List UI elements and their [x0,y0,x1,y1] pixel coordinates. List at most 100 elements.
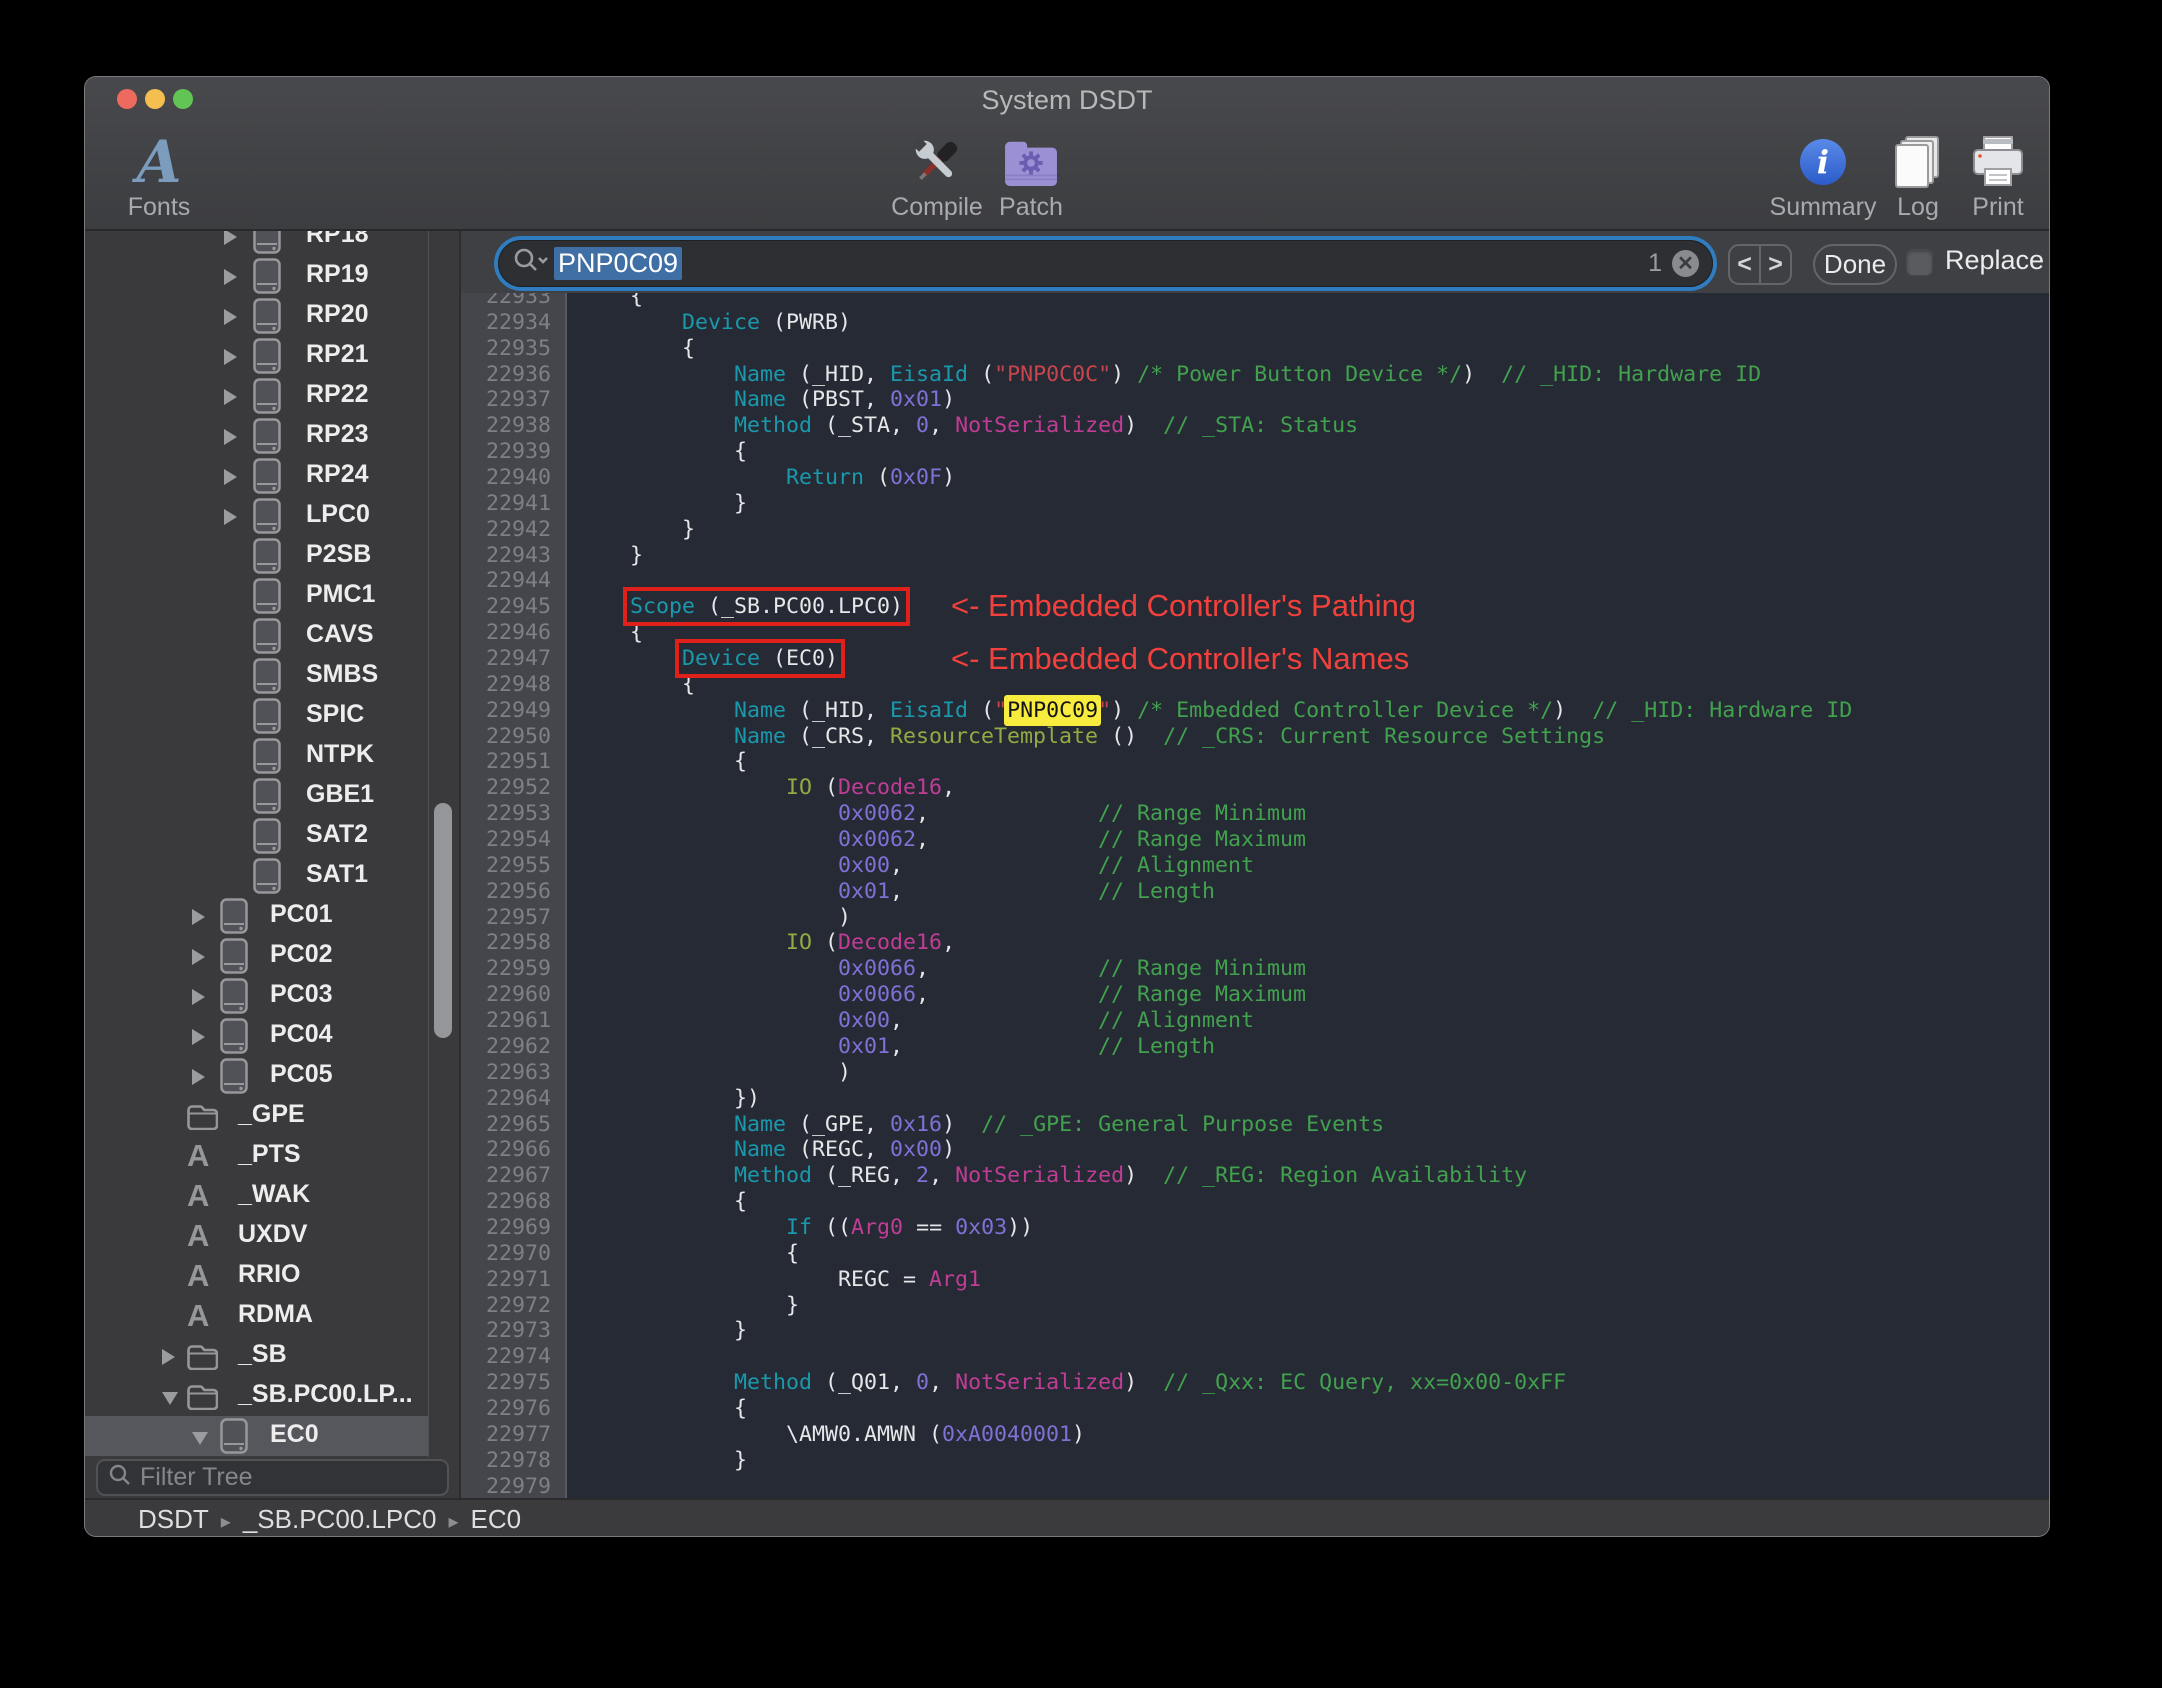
sidebar-item-pc01[interactable]: PC01 [85,896,461,936]
chevron-right-icon[interactable] [224,269,237,285]
find-previous-button[interactable]: < [1730,246,1761,283]
search-icon [108,1463,132,1492]
chevron-right-icon[interactable] [192,909,205,925]
app-window: System DSDT A Fonts Compile Patch i Summ… [84,76,2050,1537]
sidebar-item-lpc0[interactable]: LPC0 [85,496,461,536]
chevron-right-icon[interactable] [192,949,205,965]
sidebar-item-rp22[interactable]: RP22 [85,376,461,416]
code-line: } [578,1318,748,1344]
statusbar: DSDT ▸ _SB.PC00.LPC0 ▸ EC0 [85,1498,2049,1536]
chevron-down-icon[interactable] [162,1392,178,1405]
chevron-right-icon[interactable] [192,989,205,1005]
acpi-tree[interactable]: RP18 RP19 RP20 RP21 RP22 RP23 RP24 LPC0 P2SB PMC1… [85,231,461,1457]
device-icon [253,818,281,859]
sidebar-item-sat2[interactable]: SAT2 [85,816,461,856]
clear-search-icon[interactable]: ✕ [1672,250,1699,277]
device-icon [253,458,281,499]
chevron-right-icon[interactable] [192,1029,205,1045]
device-icon [253,258,281,299]
code-line: Device (PWRB) [682,309,852,335]
sidebar-item-rp23[interactable]: RP23 [85,416,461,456]
sidebar-item-pc04[interactable]: PC04 [85,1016,461,1056]
sidebar-item-_sb[interactable]: _SB [85,1336,461,1376]
chevron-right-icon[interactable] [224,231,237,245]
sidebar-item-_gpe[interactable]: _GPE [85,1096,461,1136]
find-prev-next-control: < > [1728,244,1792,285]
code-line: 0x01, // Length [838,878,1216,904]
code-line: ) [578,904,852,930]
sidebar-item-rdma[interactable]: A RDMA [85,1296,461,1336]
sidebar-item-rrio[interactable]: A RRIO [85,1256,461,1296]
toolbar-item-patch[interactable]: Patch [956,133,1106,222]
sidebar-item-_pts[interactable]: A _PTS [85,1136,461,1176]
fonts-icon: A [136,128,182,196]
code-text[interactable]: { Device (PWRB) { Name (_HID, EisaId ("P… [578,284,1852,1498]
sidebar-item-cavs[interactable]: CAVS [85,616,461,656]
sidebar-item-rp21[interactable]: RP21 [85,336,461,376]
sidebar-item-pc02[interactable]: PC02 [85,936,461,976]
find-next-button[interactable]: > [1761,246,1790,283]
code-editor[interactable]: 22933 22934 22935 22936 22937 22938 22939 22940… [461,231,2049,1498]
chevron-down-icon[interactable] [192,1432,208,1445]
sidebar-item-_sbpc00lp[interactable]: _SB.PC00.LP... [85,1376,461,1416]
device-icon [253,418,281,459]
chevron-right-icon[interactable] [192,1069,205,1085]
code-line: ) [578,1059,852,1085]
annotation-names: <- Embedded Controller's Names [951,641,1410,676]
toolbar-item-fonts[interactable]: A Fonts [85,128,234,222]
sidebar-item-sat1[interactable]: SAT1 [85,856,461,896]
code-line: IO (Decode16, [786,930,956,956]
code-line: { [578,1240,800,1266]
chevron-right-icon[interactable] [224,469,237,485]
sidebar-item-uxdv[interactable]: A UXDV [85,1216,461,1256]
replace-label: Replace [1945,245,2045,275]
find-bar: PNP0C09 1 ✕ < > Done Replace [461,231,2049,293]
sidebar-scrollbar[interactable] [434,803,452,1038]
sidebar-item-spic[interactable]: SPIC [85,696,461,736]
method-icon: A [187,1138,210,1173]
sidebar-item-p2sb[interactable]: P2SB [85,536,461,576]
device-icon [220,1418,248,1457]
sidebar-item-_wak[interactable]: A _WAK [85,1176,461,1216]
annotation-pathing: <- Embedded Controller's Pathing [951,588,1417,623]
chevron-right-icon[interactable] [224,509,237,525]
device-icon [253,698,281,739]
sidebar-item-pmc1[interactable]: PMC1 [85,576,461,616]
code-line: Name (_GPE, 0x16) // _GPE: General Purpo… [734,1111,1385,1137]
sidebar-item-rp18[interactable]: RP18 [85,231,461,256]
sidebar-item-gbe1[interactable]: GBE1 [85,776,461,816]
code-line: REGC = Arg1 [578,1266,982,1292]
sidebar-item-rp19[interactable]: RP19 [85,256,461,296]
filter-tree-input[interactable]: Filter Tree [96,1459,449,1496]
replace-checkbox[interactable] [1906,249,1933,276]
chevron-right-icon[interactable] [224,429,237,445]
code-line: { [578,749,748,775]
code-line: } [578,542,644,568]
device-icon [220,978,248,1019]
sidebar-item-smbs[interactable]: SMBS [85,656,461,696]
code-line: Name (PBST, 0x01) [734,387,956,413]
done-button[interactable]: Done [1813,244,1897,285]
toolbar-item-print[interactable]: Print [1923,133,2049,222]
chevron-right-icon[interactable] [224,389,237,405]
print-icon [1923,133,2049,191]
find-search-input[interactable]: PNP0C09 1 ✕ [498,240,1713,287]
chevron-right-icon[interactable] [162,1349,175,1365]
chevron-right-icon[interactable] [224,309,237,325]
device-icon [253,378,281,419]
code-line: 0x00, // Alignment [838,1008,1255,1034]
chevron-right-icon[interactable] [224,349,237,365]
desktop-background: System DSDT A Fonts Compile Patch i Summ… [0,0,2162,1688]
sidebar-item-ntpk[interactable]: NTPK [85,736,461,776]
code-line: 0x0062, // Range Minimum [838,801,1307,827]
search-menu-icon[interactable] [512,246,548,281]
code-line: } [578,1292,800,1318]
sidebar-item-pc03[interactable]: PC03 [85,976,461,1016]
sidebar-item-ec0[interactable]: EC0 [85,1416,428,1456]
sidebar-item-rp20[interactable]: RP20 [85,296,461,336]
code-line: { [578,439,748,465]
code-line: }) [578,1085,761,1111]
sidebar-item-rp24[interactable]: RP24 [85,456,461,496]
code-line: 0x0066, // Range Maximum [838,982,1307,1008]
sidebar-item-pc05[interactable]: PC05 [85,1056,461,1096]
